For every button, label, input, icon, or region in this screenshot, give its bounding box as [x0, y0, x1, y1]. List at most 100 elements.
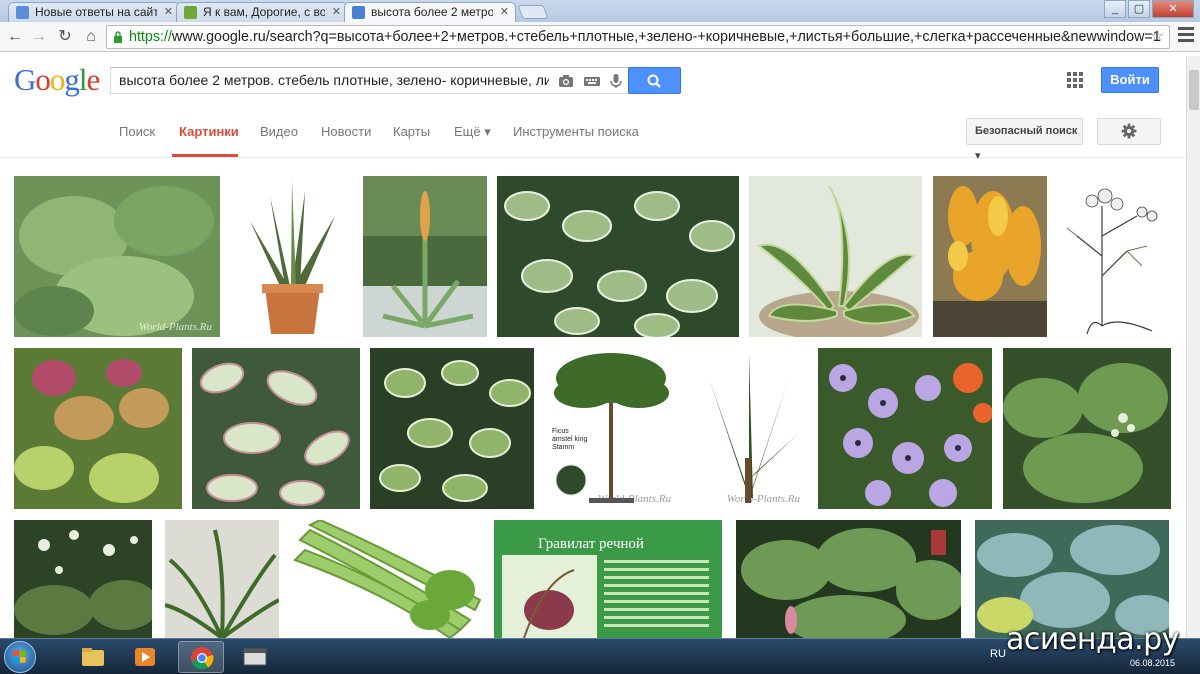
image-result[interactable]: [1003, 348, 1171, 509]
image-result[interactable]: [165, 520, 279, 638]
minimize-button[interactable]: _: [1104, 0, 1126, 18]
search-button[interactable]: [628, 67, 681, 94]
url-text: www.google.ru/search?q=высота+более+2+ме…: [171, 29, 1161, 45]
tab-maps[interactable]: Карты: [393, 124, 430, 139]
active-tab-indicator: [172, 154, 238, 157]
image-result-picture: [165, 520, 279, 638]
image-result[interactable]: Ficus amstel king Stamm World-Plants.Ru: [544, 348, 679, 509]
image-result[interactable]: [230, 176, 353, 337]
search-tabs-bar: Поиск Картинки Видео Новости Карты Ещё ▾…: [0, 108, 1186, 162]
image-result-picture: [497, 176, 739, 337]
image-result[interactable]: [497, 176, 739, 337]
page-scrollbar[interactable]: [1186, 56, 1200, 638]
site-favicon-icon: [184, 6, 197, 19]
image-result[interactable]: [818, 348, 992, 509]
image-result-picture: [689, 348, 808, 509]
search-icon: [647, 74, 661, 88]
image-result-picture: [230, 176, 353, 337]
logo-letter: o: [49, 62, 65, 97]
tab-close-icon[interactable]: ✕: [332, 3, 341, 21]
google-logo[interactable]: Google: [14, 62, 101, 98]
image-result[interactable]: [14, 520, 152, 638]
image-result-picture: [818, 348, 992, 509]
site-watermark: асиенда.ру: [1006, 622, 1179, 657]
back-arrow-icon[interactable]: ←: [4, 26, 26, 48]
tab-video[interactable]: Видео: [260, 124, 298, 139]
windows-logo-icon: [13, 650, 26, 663]
tab-images[interactable]: Картинки: [179, 124, 239, 139]
app-taskbar-button[interactable]: [232, 641, 278, 673]
tab-close-icon[interactable]: ✕: [164, 3, 173, 21]
search-query-text[interactable]: высота более 2 метров. стебель плотные, …: [119, 72, 549, 88]
tab-close-icon[interactable]: ✕: [500, 3, 509, 21]
settings-button[interactable]: [1097, 118, 1161, 145]
sign-in-button[interactable]: Войти: [1101, 67, 1159, 93]
browser-toolbar: ← → ↻ ⌂ https://www.google.ru/search?q=в…: [0, 22, 1200, 52]
address-bar[interactable]: https://www.google.ru/search?q=высота+бо…: [106, 25, 1170, 49]
tab-more[interactable]: Ещё ▾: [454, 124, 491, 140]
chrome-menu-icon[interactable]: [1178, 27, 1194, 45]
watermark-text: World-Plants.Ru: [597, 493, 671, 505]
browser-tab[interactable]: Новые ответы на сайте - ✕: [8, 2, 180, 22]
image-result[interactable]: [192, 348, 360, 509]
home-icon[interactable]: ⌂: [80, 26, 102, 48]
tab-title: высота более 2 метров. с: [371, 5, 493, 19]
image-result[interactable]: [736, 520, 961, 638]
image-result-picture: [975, 520, 1169, 638]
image-result[interactable]: [975, 520, 1169, 638]
tab-title: Я к вам, Дорогие, с вопр: [203, 5, 325, 19]
new-tab-button[interactable]: [517, 5, 549, 19]
logo-letter: l: [78, 62, 88, 97]
maximize-button[interactable]: ▢: [1128, 0, 1150, 18]
tab-search[interactable]: Поиск: [119, 124, 155, 139]
image-result[interactable]: World-Plants.Ru: [689, 348, 808, 509]
image-result[interactable]: [14, 348, 182, 509]
search-input[interactable]: высота более 2 метров. стебель плотные, …: [110, 67, 630, 94]
image-result[interactable]: [363, 176, 487, 337]
keyboard-icon[interactable]: [583, 72, 601, 90]
media-player-taskbar-button[interactable]: [122, 641, 168, 673]
chrome-icon: [191, 647, 214, 670]
image-result-picture: [1003, 348, 1171, 509]
start-button[interactable]: [4, 641, 36, 673]
taskbar-date[interactable]: 06.08.2015: [1130, 658, 1175, 668]
google-favicon-icon: [352, 6, 365, 19]
gear-icon: [1121, 123, 1137, 139]
window-app-icon: [243, 648, 267, 666]
explorer-taskbar-button[interactable]: [70, 641, 116, 673]
image-result[interactable]: [1057, 176, 1171, 337]
image-result[interactable]: [290, 520, 481, 638]
image-result-picture: [1057, 176, 1171, 337]
image-result[interactable]: World-Plants.Ru: [14, 176, 220, 337]
image-result[interactable]: [933, 176, 1047, 337]
lock-icon: [114, 31, 122, 43]
url-scheme: https://: [129, 29, 172, 45]
image-result-picture: [290, 520, 481, 638]
image-result[interactable]: Гравилат речной: [494, 520, 722, 638]
language-indicator[interactable]: RU: [990, 648, 1006, 660]
bookmark-star-icon[interactable]: ☆: [1150, 26, 1164, 46]
apps-grid-icon[interactable]: [1067, 72, 1083, 88]
image-result-picture: [192, 348, 360, 509]
image-result[interactable]: [370, 348, 534, 509]
caption-line: Ficus: [552, 428, 569, 435]
media-player-icon: [135, 648, 155, 666]
forward-arrow-icon[interactable]: →: [28, 26, 50, 48]
watermark-text: World-Plants.Ru: [138, 321, 212, 333]
browser-tab[interactable]: Я к вам, Дорогие, с вопр ✕: [176, 2, 348, 22]
browser-tab-active[interactable]: высота более 2 метров. с ✕: [344, 2, 516, 23]
image-result-picture: [363, 176, 487, 337]
close-window-button[interactable]: ✕: [1152, 0, 1194, 18]
logo-letter: e: [86, 62, 101, 97]
scrollbar-thumb[interactable]: [1189, 70, 1199, 110]
image-result[interactable]: [749, 176, 922, 337]
camera-icon[interactable]: [557, 72, 575, 90]
microphone-icon[interactable]: [607, 72, 625, 90]
tab-search-tools[interactable]: Инструменты поиска: [513, 124, 639, 139]
logo-letter: o: [35, 62, 50, 97]
reload-icon[interactable]: ↻: [54, 26, 76, 48]
logo-letter: g: [64, 62, 79, 97]
safe-search-dropdown[interactable]: Безопасный поиск ▾: [966, 118, 1083, 162]
chrome-taskbar-button[interactable]: [178, 641, 224, 673]
tab-news[interactable]: Новости: [321, 124, 371, 139]
